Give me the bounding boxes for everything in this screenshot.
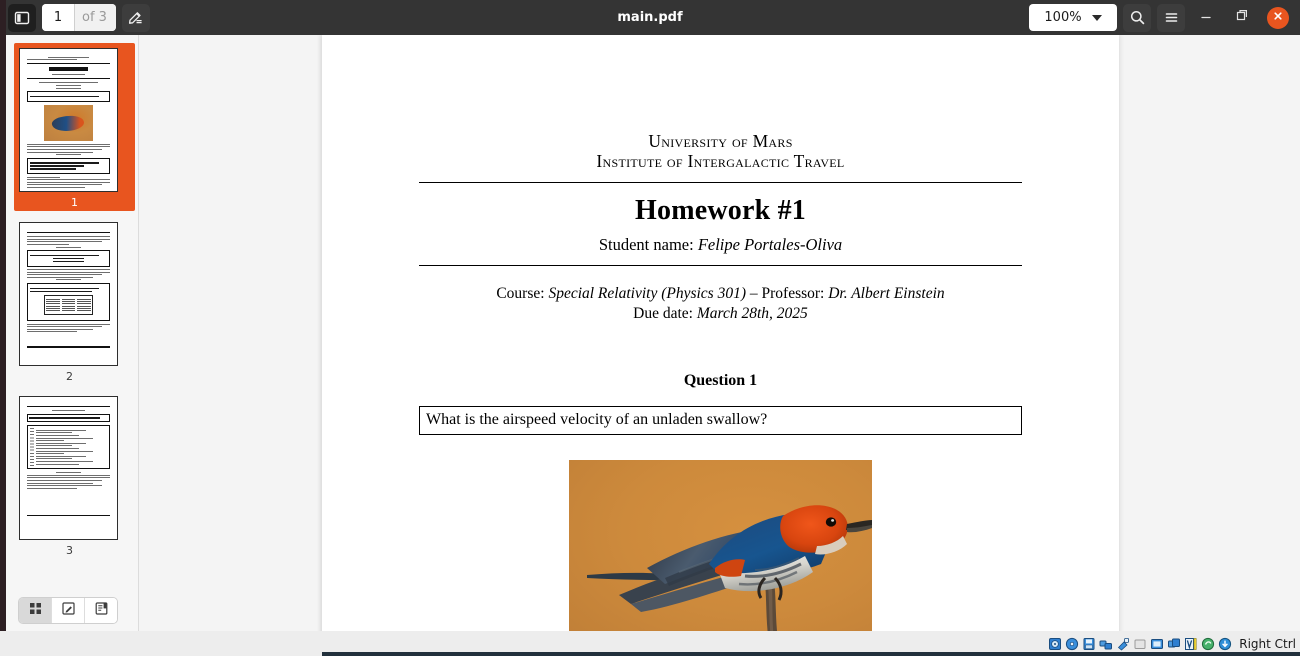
host-key-label: Right Ctrl	[1239, 636, 1296, 651]
menu-button[interactable]	[1157, 3, 1185, 32]
sidebar-view-toolbar	[0, 590, 138, 631]
institute-name: Institute of Intergalactic Travel	[596, 151, 845, 172]
course-name: Special Relativity (Physics 301)	[548, 284, 746, 302]
pencil-icon	[127, 9, 144, 26]
pdf-page-content: University of Mars Institute of Intergal…	[322, 35, 1119, 631]
homework-title: Homework #1	[635, 194, 806, 226]
thumbnail-page-3[interactable]: 3	[19, 396, 120, 559]
pdf-page-1: University of Mars Institute of Intergal…	[322, 35, 1119, 631]
due-date-value: March 28th, 2025	[696, 304, 808, 322]
chevron-down-icon	[1091, 14, 1102, 21]
course-separator: –	[749, 284, 758, 302]
zoom-level-value: 100%	[1044, 10, 1082, 25]
optical-disk-icon[interactable]	[1064, 636, 1079, 651]
search-icon	[1129, 9, 1146, 26]
restore-window-icon	[1235, 8, 1249, 27]
course-info: Course: Special Relativity (Physics 301)…	[419, 284, 1022, 324]
virtualbox-icon[interactable]	[1183, 636, 1198, 651]
university-heading: University of Mars Institute of Intergal…	[419, 131, 1022, 172]
course-line: Course: Special Relativity (Physics 301)…	[419, 284, 1022, 304]
titlebar-right-controls: 100%	[1029, 3, 1292, 33]
pdf-viewer[interactable]: University of Mars Institute of Intergal…	[139, 35, 1300, 631]
vm-bottom-accent-dark	[322, 652, 1300, 656]
thumbnail-label: 1	[71, 196, 78, 209]
annotate-button[interactable]	[121, 3, 150, 32]
titlebar-left-controls: 1 of 3	[8, 3, 150, 32]
question-heading: Question 1	[683, 371, 758, 389]
minimize-icon	[1199, 8, 1213, 27]
zoom-level-dropdown[interactable]: 100%	[1029, 4, 1117, 31]
network-icon[interactable]	[1098, 636, 1113, 651]
thumbnail-page-2[interactable]: 2	[19, 222, 120, 385]
professor-name: Dr. Albert Einstein	[828, 284, 945, 302]
sidebar-view-annotations-button[interactable]	[52, 598, 85, 623]
thumbnail-label: 3	[66, 544, 73, 557]
floppy-icon[interactable]	[1081, 636, 1096, 651]
search-button[interactable]	[1123, 3, 1151, 32]
student-line: Student name: Felipe Portales-Oliva	[419, 235, 1022, 255]
sidebar: 1 2 3	[0, 35, 139, 631]
page-total-label: of 3	[75, 4, 116, 31]
question-box: What is the airspeed velocity of an unla…	[419, 405, 1022, 435]
sidebar-view-thumbnails-button[interactable]	[19, 598, 52, 623]
sidebar-view-switcher[interactable]	[18, 597, 118, 624]
application-window: 1 of 3 100% main.pdf 1 2 3 University of…	[0, 0, 1300, 656]
page-number-control[interactable]: 1 of 3	[42, 4, 116, 31]
student-name-value: Felipe Portales-Oliva	[697, 234, 843, 254]
restore-button[interactable]	[1227, 3, 1257, 33]
keyboard-icon[interactable]	[1217, 636, 1232, 651]
thumbnail-mini-content	[20, 49, 117, 191]
thumbnail-list[interactable]: 1 2 3	[0, 35, 138, 590]
swallow-figure	[569, 459, 872, 631]
outline-icon	[94, 601, 109, 621]
header-divider-bottom	[419, 264, 1022, 266]
due-date-label: Due date:	[633, 304, 693, 322]
page-number-input[interactable]: 1	[42, 4, 75, 31]
usb-icon[interactable]	[1115, 636, 1130, 651]
thumbnail-page-preview	[19, 48, 118, 192]
professor-label: Professor:	[761, 284, 825, 302]
close-icon	[1272, 9, 1284, 27]
recording-icon[interactable]	[1166, 636, 1181, 651]
titlebar: 1 of 3 100% main.pdf	[0, 0, 1300, 35]
swallow-illustration	[587, 504, 872, 631]
minimize-button[interactable]	[1191, 3, 1221, 33]
mouse-integration-icon[interactable]	[1200, 636, 1215, 651]
vm-bottom-accent	[0, 652, 1300, 656]
pencil-square-icon	[61, 601, 76, 621]
sidebar-toggle-button[interactable]	[8, 3, 36, 32]
due-date-line: Due date: March 28th, 2025	[419, 304, 1022, 324]
panel-icon	[14, 10, 30, 26]
grid-icon	[28, 601, 43, 621]
close-button[interactable]	[1267, 6, 1289, 29]
thumbnail-label: 2	[66, 370, 73, 383]
course-label: Course:	[496, 284, 545, 302]
university-name: University of Mars	[648, 131, 793, 151]
thumbnail-page-1[interactable]: 1	[14, 43, 135, 211]
student-name-label: Student name:	[598, 234, 694, 254]
vm-window-left-edge	[0, 0, 6, 631]
thumbnail-page-preview	[19, 396, 118, 540]
display-icon[interactable]	[1149, 636, 1164, 651]
thumbnail-mini-content	[20, 223, 117, 365]
question-text: What is the airspeed velocity of an unla…	[426, 410, 768, 428]
shared-folder-icon[interactable]	[1132, 636, 1147, 651]
hard-disk-icon[interactable]	[1047, 636, 1062, 651]
hamburger-menu-icon	[1163, 9, 1180, 26]
thumbnail-page-preview	[19, 222, 118, 366]
sidebar-view-outline-button[interactable]	[85, 598, 117, 623]
header-divider-top	[419, 181, 1022, 183]
thumbnail-mini-content	[20, 397, 117, 539]
